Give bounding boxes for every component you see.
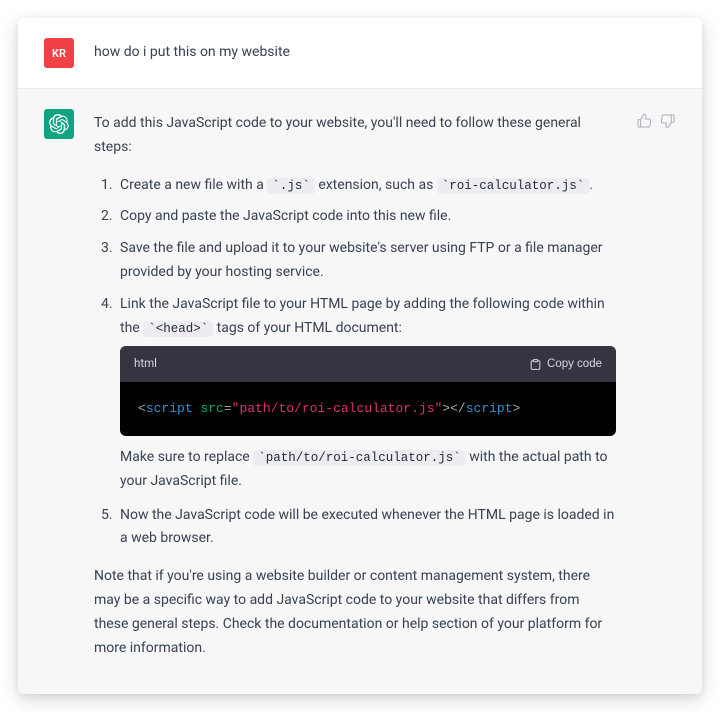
step-1: Create a new file with a `.js` extension… [116, 174, 616, 198]
step-3: Save the file and upload it to your webs… [116, 237, 616, 285]
user-avatar: KR [44, 38, 74, 68]
assistant-intro-text: To add this JavaScript code to your webs… [94, 112, 616, 160]
openai-logo-icon [49, 114, 69, 134]
inline-code: `path/to/roi-calculator.js` [253, 450, 466, 466]
step-2: Copy and paste the JavaScript code into … [116, 205, 616, 229]
assistant-message-row: To add this JavaScript code to your webs… [18, 88, 702, 694]
user-message-text: how do i put this on my website [94, 44, 290, 60]
inline-code: `<head>` [143, 321, 213, 337]
step-4-note: Make sure to replace `path/to/roi-calcul… [120, 446, 616, 494]
code-block: html Copy code <script src="path/to/roi-… [120, 346, 616, 436]
code-content: <script src="path/to/roi-calculator.js">… [120, 382, 616, 436]
assistant-avatar [44, 109, 74, 139]
thumbs-down-icon [660, 113, 676, 129]
user-message-body: how do i put this on my website [94, 38, 676, 68]
steps-list: Create a new file with a `.js` extension… [94, 174, 616, 552]
step-5: Now the JavaScript code will be executed… [116, 504, 616, 552]
chat-window: KR how do i put this on my website To ad… [18, 18, 702, 694]
user-avatar-initials: KR [52, 47, 66, 60]
user-message-row: KR how do i put this on my website [18, 18, 702, 88]
code-block-header: html Copy code [120, 346, 616, 382]
code-language-label: html [134, 354, 157, 374]
step-4: Link the JavaScript file to your HTML pa… [116, 293, 616, 494]
assistant-outro-text: Note that if you're using a website buil… [94, 565, 616, 660]
thumbs-up-icon [636, 113, 652, 129]
message-actions [636, 109, 676, 674]
copy-code-label: Copy code [547, 358, 602, 370]
inline-code: `.js` [267, 178, 315, 194]
copy-code-button[interactable]: Copy code [529, 358, 602, 371]
thumbs-up-button[interactable] [636, 113, 652, 129]
thumbs-down-button[interactable] [660, 113, 676, 129]
inline-code: `roi-calculator.js` [437, 178, 590, 194]
clipboard-icon [529, 358, 542, 371]
assistant-message-body: To add this JavaScript code to your webs… [94, 109, 616, 674]
